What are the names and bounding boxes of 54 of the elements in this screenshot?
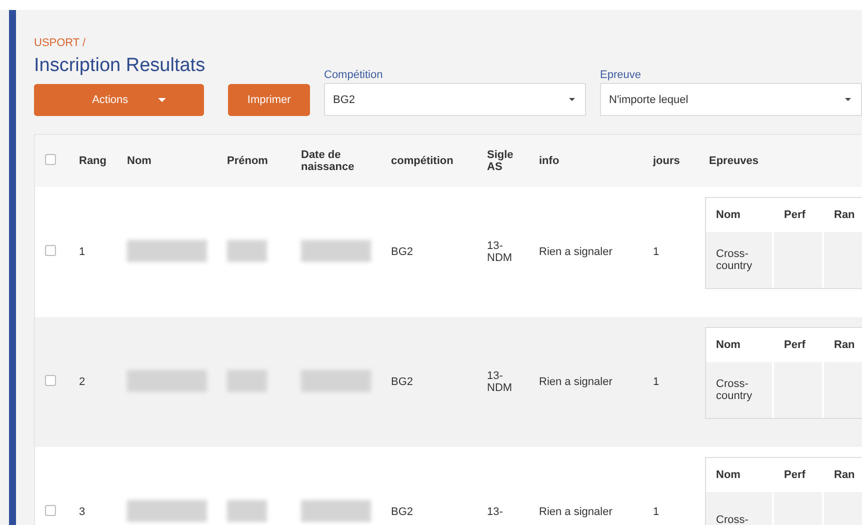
table-cell: Cross- country <box>706 362 774 418</box>
column-header[interactable]: Rang <box>79 155 106 167</box>
column-header[interactable]: Prénom <box>227 155 268 167</box>
checkbox[interactable] <box>45 505 56 516</box>
table-cell: 3 <box>79 506 86 518</box>
filter-dropdown[interactable]: BG2 <box>324 83 586 116</box>
checkbox[interactable] <box>45 245 56 256</box>
redacted-block <box>301 240 371 262</box>
table-cell: Rien a signaler <box>539 506 612 518</box>
table-cell: 1 <box>653 376 660 388</box>
table-cell: BG2 <box>391 246 414 258</box>
table-cell: 2 <box>79 376 86 388</box>
column-header: Perf <box>784 339 806 351</box>
redacted-block <box>301 370 371 392</box>
redacted-block <box>301 500 371 522</box>
table-cell: 1 <box>79 246 86 258</box>
column-header[interactable]: compétition <box>391 155 454 167</box>
redacted-block <box>227 370 267 392</box>
table-cell: 13- <box>487 506 503 518</box>
column-header: Nom <box>716 209 740 221</box>
table-cell: BG2 <box>391 376 414 388</box>
column-header[interactable]: info <box>539 155 560 167</box>
column-header: Perf <box>784 469 806 481</box>
checkbox[interactable] <box>45 154 56 165</box>
redacted-block <box>227 500 267 522</box>
caret-icon <box>158 98 166 102</box>
table-cell: 1 <box>653 506 660 518</box>
column-header: Nom <box>716 339 740 351</box>
table-cell: 13- NDM <box>487 370 512 394</box>
column-header: Ran <box>834 209 855 221</box>
column-header: Perf <box>784 209 806 221</box>
redacted-block <box>227 240 267 262</box>
filter-label: Epreuve <box>600 69 642 81</box>
column-header: Nom <box>716 469 740 481</box>
filter-label: Compétition <box>324 69 384 81</box>
table-cell: Rien a signaler <box>539 246 612 258</box>
column-header[interactable]: jours <box>653 155 680 167</box>
column-header[interactable]: Date de naissance <box>301 149 361 173</box>
table-cell: 13- NDM <box>487 240 512 264</box>
page-title: Inscription Resultats <box>34 55 206 77</box>
caret-icon <box>569 98 575 101</box>
column-header[interactable]: Sigle AS <box>487 149 517 173</box>
table-cell: 1 <box>653 246 660 258</box>
checkbox[interactable] <box>45 375 56 386</box>
column-header: Ran <box>834 339 855 351</box>
column-header: Ran <box>834 469 855 481</box>
table-cell: BG2 <box>391 506 414 518</box>
column-header[interactable]: Epreuves <box>709 155 759 167</box>
column-header[interactable]: Nom <box>127 155 152 167</box>
caret-icon <box>845 98 851 101</box>
filter-dropdown[interactable]: N'importe lequel <box>600 83 862 116</box>
table-cell: Cross- <box>706 492 774 525</box>
table-cell: Cross- country <box>706 232 774 288</box>
table-cell: Rien a signaler <box>539 376 612 388</box>
